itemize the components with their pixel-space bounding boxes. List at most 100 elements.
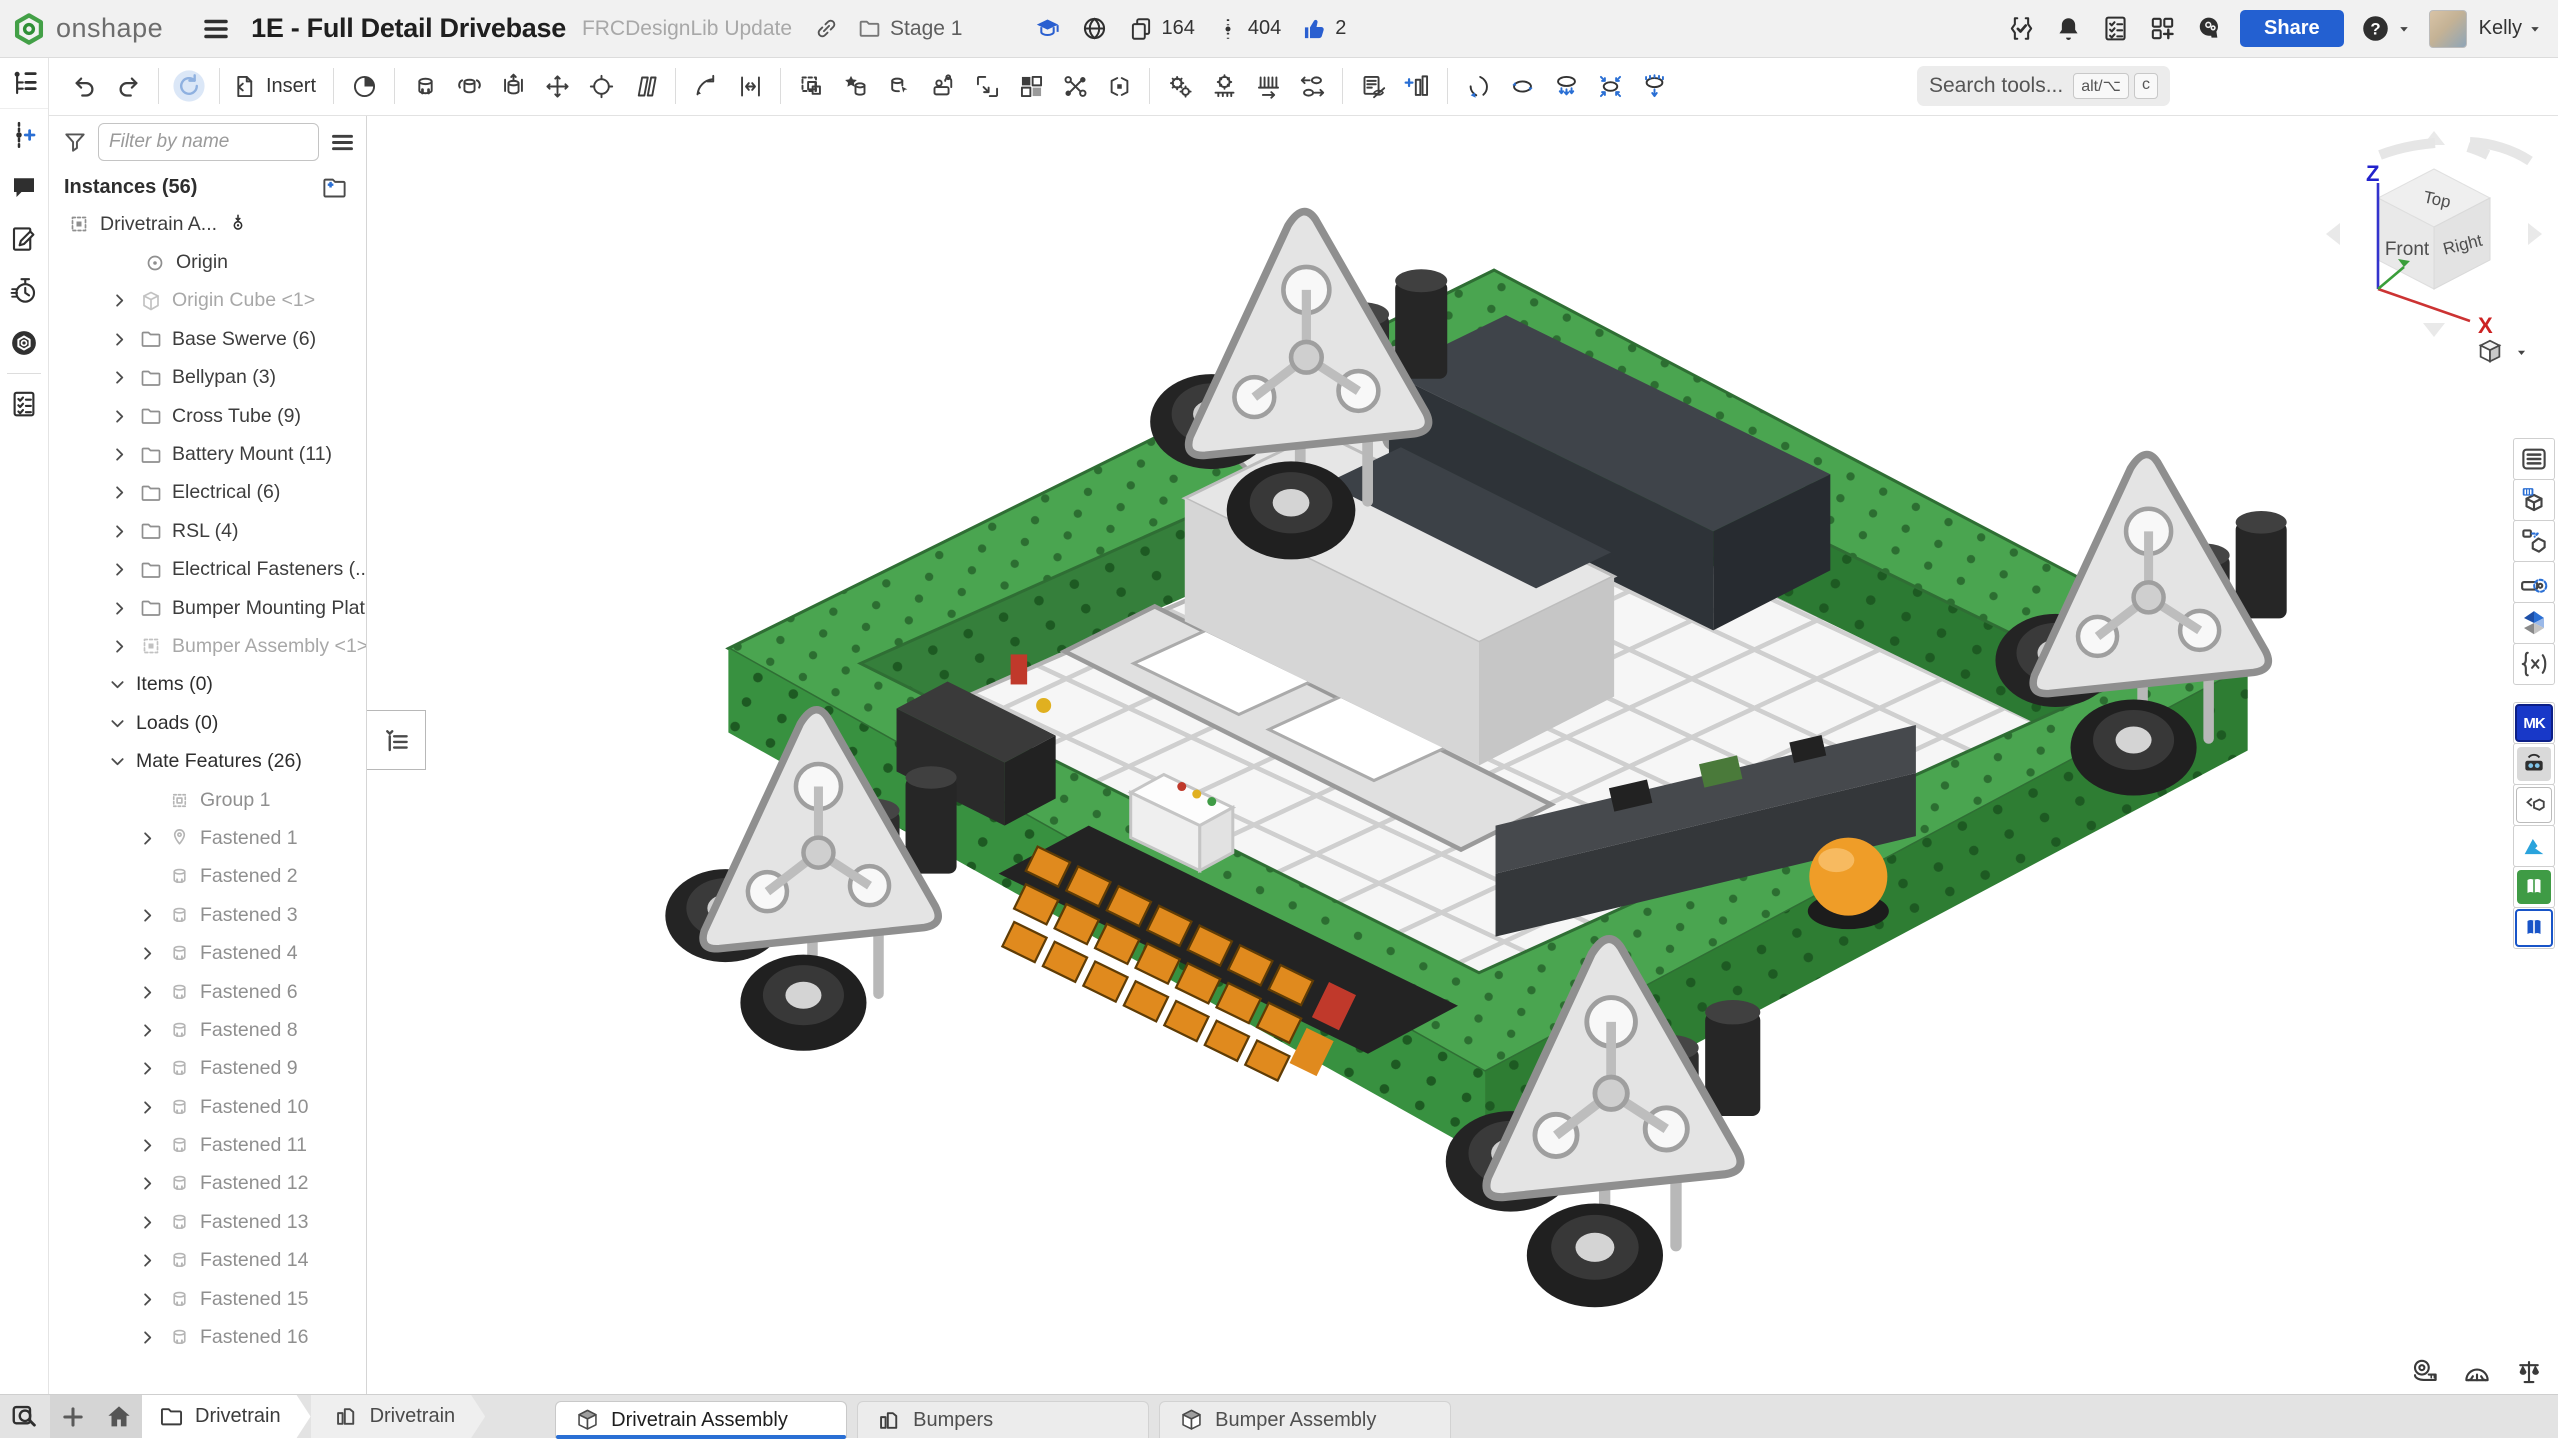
rack-pinion-button[interactable]	[1202, 63, 1246, 109]
configurations-button[interactable]	[2513, 479, 2555, 521]
document-title[interactable]: 1E - Full Detail Drivebase	[251, 13, 566, 44]
mate-item[interactable]: Fastened 14	[48, 1242, 366, 1280]
chevron-right-icon[interactable]	[136, 983, 158, 1002]
rail-tasks-button[interactable]	[0, 378, 48, 430]
rack-button[interactable]	[1246, 63, 1290, 109]
chevron-right-icon[interactable]	[108, 522, 130, 541]
user-menu[interactable]: Kelly	[2429, 10, 2544, 48]
list-view-icon[interactable]	[329, 129, 356, 156]
chevron-right-icon[interactable]	[108, 291, 130, 310]
rail-history-button[interactable]	[0, 265, 48, 317]
mate-item[interactable]: Fastened 4	[48, 934, 366, 972]
view-mode-button[interactable]	[2475, 337, 2530, 367]
export-tool-button[interactable]	[2513, 784, 2555, 826]
filter-funnel-icon[interactable]	[62, 129, 88, 155]
home-tab-button[interactable]	[96, 1395, 142, 1438]
mate-item[interactable]: Fastened 13	[48, 1203, 366, 1241]
rail-comments-button[interactable]	[0, 161, 48, 213]
rail-drawing-edit-button[interactable]	[0, 213, 48, 265]
replicate-button[interactable]	[965, 63, 1009, 109]
mate-item[interactable]: Fastened 9	[48, 1050, 366, 1088]
mate-item[interactable]: Fastened 10	[48, 1088, 366, 1126]
tree-item[interactable]: Electrical (6)	[48, 474, 366, 512]
gear-relation-button[interactable]	[1158, 63, 1202, 109]
mate-ball-button[interactable]	[579, 63, 623, 109]
trace-part-button[interactable]	[2513, 561, 2555, 603]
copies-stat[interactable]: 164	[1128, 16, 1194, 42]
rail-spotlight-button[interactable]	[0, 317, 48, 369]
chevron-right-icon[interactable]	[136, 1174, 158, 1193]
new-tab-button[interactable]	[50, 1395, 96, 1438]
chevron-right-icon[interactable]	[108, 560, 130, 579]
named-positions-button[interactable]	[833, 63, 877, 109]
mate-item[interactable]: Fastened 12	[48, 1165, 366, 1203]
view-cube-faces[interactable]	[2378, 169, 2490, 289]
graphics-viewport[interactable]: Top Front Right Z X MK	[366, 115, 2558, 1395]
search-tabs-button[interactable]	[0, 1395, 50, 1438]
view-cube[interactable]: Top Front Right Z X	[2318, 125, 2550, 343]
rail-instances-tree-button[interactable]	[0, 57, 48, 109]
tree-section[interactable]: Loads (0)	[48, 704, 366, 742]
tab-drivetrain[interactable]: Drivetrain	[311, 1395, 486, 1438]
mate-item[interactable]: Fastened 6	[48, 973, 366, 1011]
panel-flyout-tab[interactable]	[366, 710, 426, 770]
help-menu[interactable]: ?	[2360, 13, 2413, 44]
link-icon[interactable]	[814, 16, 839, 41]
mass-properties-button[interactable]	[2514, 1357, 2544, 1387]
chevron-right-icon[interactable]	[136, 906, 158, 925]
exploded-view-button[interactable]	[1632, 63, 1676, 109]
mate-item[interactable]: Fastened 2	[48, 858, 366, 896]
mate-slider-button[interactable]	[491, 63, 535, 109]
quarter-section-button[interactable]	[342, 63, 386, 109]
tab-bumpers[interactable]: Bumpers	[857, 1401, 1149, 1438]
chevron-right-icon[interactable]	[136, 1136, 158, 1155]
education-badge-icon[interactable]	[1034, 15, 1061, 42]
tape-measure-button[interactable]	[2410, 1357, 2440, 1387]
subassembly-brackets-button[interactable]	[1097, 63, 1141, 109]
chevron-right-icon[interactable]	[136, 1328, 158, 1347]
workspace-folder-label[interactable]: Stage 1	[890, 17, 962, 41]
share-button[interactable]: Share	[2240, 10, 2344, 47]
ai-advisor-button[interactable]	[2195, 14, 2224, 43]
apps-grid-button[interactable]	[2148, 14, 2177, 43]
tree-item[interactable]: RSL (4)	[48, 512, 366, 550]
mate-item[interactable]: Fastened 1	[48, 819, 366, 857]
animate-loop-button[interactable]	[1500, 63, 1544, 109]
tree-item[interactable]: Electrical Fasteners (...	[48, 551, 366, 589]
rail-versions-button[interactable]	[0, 109, 48, 161]
tree-item[interactable]: Battery Mount (11)	[48, 435, 366, 473]
chevron-right-icon[interactable]	[108, 483, 130, 502]
chevron-right-icon[interactable]	[108, 368, 130, 387]
chevron-right-icon[interactable]	[108, 599, 130, 618]
group-parts-button[interactable]	[789, 63, 833, 109]
mkcad-button[interactable]: MK	[2513, 702, 2555, 744]
redo-button[interactable]	[106, 63, 150, 109]
chevron-right-icon[interactable]	[136, 1021, 158, 1040]
insert-exploded-button[interactable]	[1544, 63, 1588, 109]
tree-item[interactable]: Bumper Mounting Plat...	[48, 589, 366, 627]
chevron-right-icon[interactable]	[108, 330, 130, 349]
drivetrain-3d-model[interactable]	[554, 153, 2368, 1339]
insert-part-button[interactable]: Insert	[228, 63, 325, 109]
chevron-right-icon[interactable]	[136, 829, 158, 848]
animate-rotate-button[interactable]	[1456, 63, 1500, 109]
tab-drivetrain-folder[interactable]: Drivetrain	[142, 1395, 311, 1438]
onshape-logo[interactable]: onshape	[12, 12, 163, 46]
mate-item[interactable]: Fastened 16	[48, 1318, 366, 1356]
likes-stat[interactable]: 2	[1301, 15, 1346, 42]
mate-translate-button[interactable]	[535, 63, 579, 109]
mate-item[interactable]: Group 1	[48, 781, 366, 819]
tree-item[interactable]: Bumper Assembly <1>	[48, 627, 366, 665]
mate-item[interactable]: Fastened 8	[48, 1011, 366, 1049]
tree-item[interactable]: Origin	[48, 243, 366, 281]
chevron-down-icon[interactable]	[106, 752, 128, 771]
release-tasks-button[interactable]	[2101, 14, 2130, 43]
library-green-button[interactable]	[2513, 866, 2555, 908]
mate-limits-button[interactable]	[728, 63, 772, 109]
mate-fastened-button[interactable]	[403, 63, 447, 109]
chevron-right-icon[interactable]	[108, 445, 130, 464]
chevron-right-icon[interactable]	[108, 637, 130, 656]
tree-item[interactable]: Cross Tube (9)	[48, 397, 366, 435]
tab-drivetrain-assembly[interactable]: Drivetrain Assembly	[555, 1401, 847, 1438]
chevron-right-icon[interactable]	[136, 1290, 158, 1309]
